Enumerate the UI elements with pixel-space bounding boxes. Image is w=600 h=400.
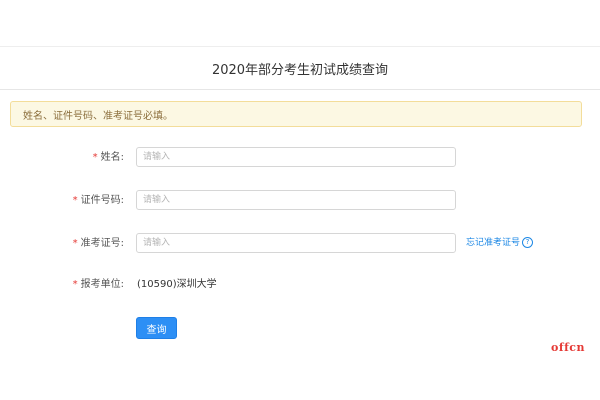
exam-number-input[interactable] [136, 233, 456, 253]
required-fields-alert: 姓名、证件号码、准考证号必填。 [10, 101, 582, 127]
required-mark: * [92, 152, 98, 163]
form-row-exam-number: *准考证号: 忘记准考证号? [0, 233, 600, 255]
page-header: 2020年部分考生初试成绩查询 [0, 46, 600, 90]
alert-text: 姓名、证件号码、准考证号必填。 [23, 110, 173, 122]
form-row-id-number: * 证件号码: [0, 190, 600, 212]
institution-value: (10590)深圳大学 [137, 279, 217, 290]
offcn-watermark: offcn [551, 341, 585, 354]
id-number-label: * 证件号码: [72, 195, 124, 206]
exam-number-label: * 准考证号: [72, 238, 124, 249]
page-title: 2020年部分考生初试成绩查询 [211, 62, 389, 78]
institution-label: * 报考单位: [72, 279, 124, 290]
form-row-institution: * 报考单位: (10590)深圳大学 [0, 274, 600, 296]
required-mark: * [72, 238, 78, 249]
form-row-name: * 姓名: [0, 147, 600, 169]
required-mark: * [72, 279, 78, 290]
question-icon: ? [522, 237, 534, 248]
id-number-input[interactable] [136, 190, 456, 210]
forgot-exam-number-link[interactable]: 忘记准考证号? [466, 233, 534, 253]
query-button[interactable]: 查询 [136, 317, 177, 339]
required-mark: * [72, 195, 78, 206]
name-input[interactable] [136, 147, 456, 167]
name-label: * 姓名: [92, 152, 124, 163]
